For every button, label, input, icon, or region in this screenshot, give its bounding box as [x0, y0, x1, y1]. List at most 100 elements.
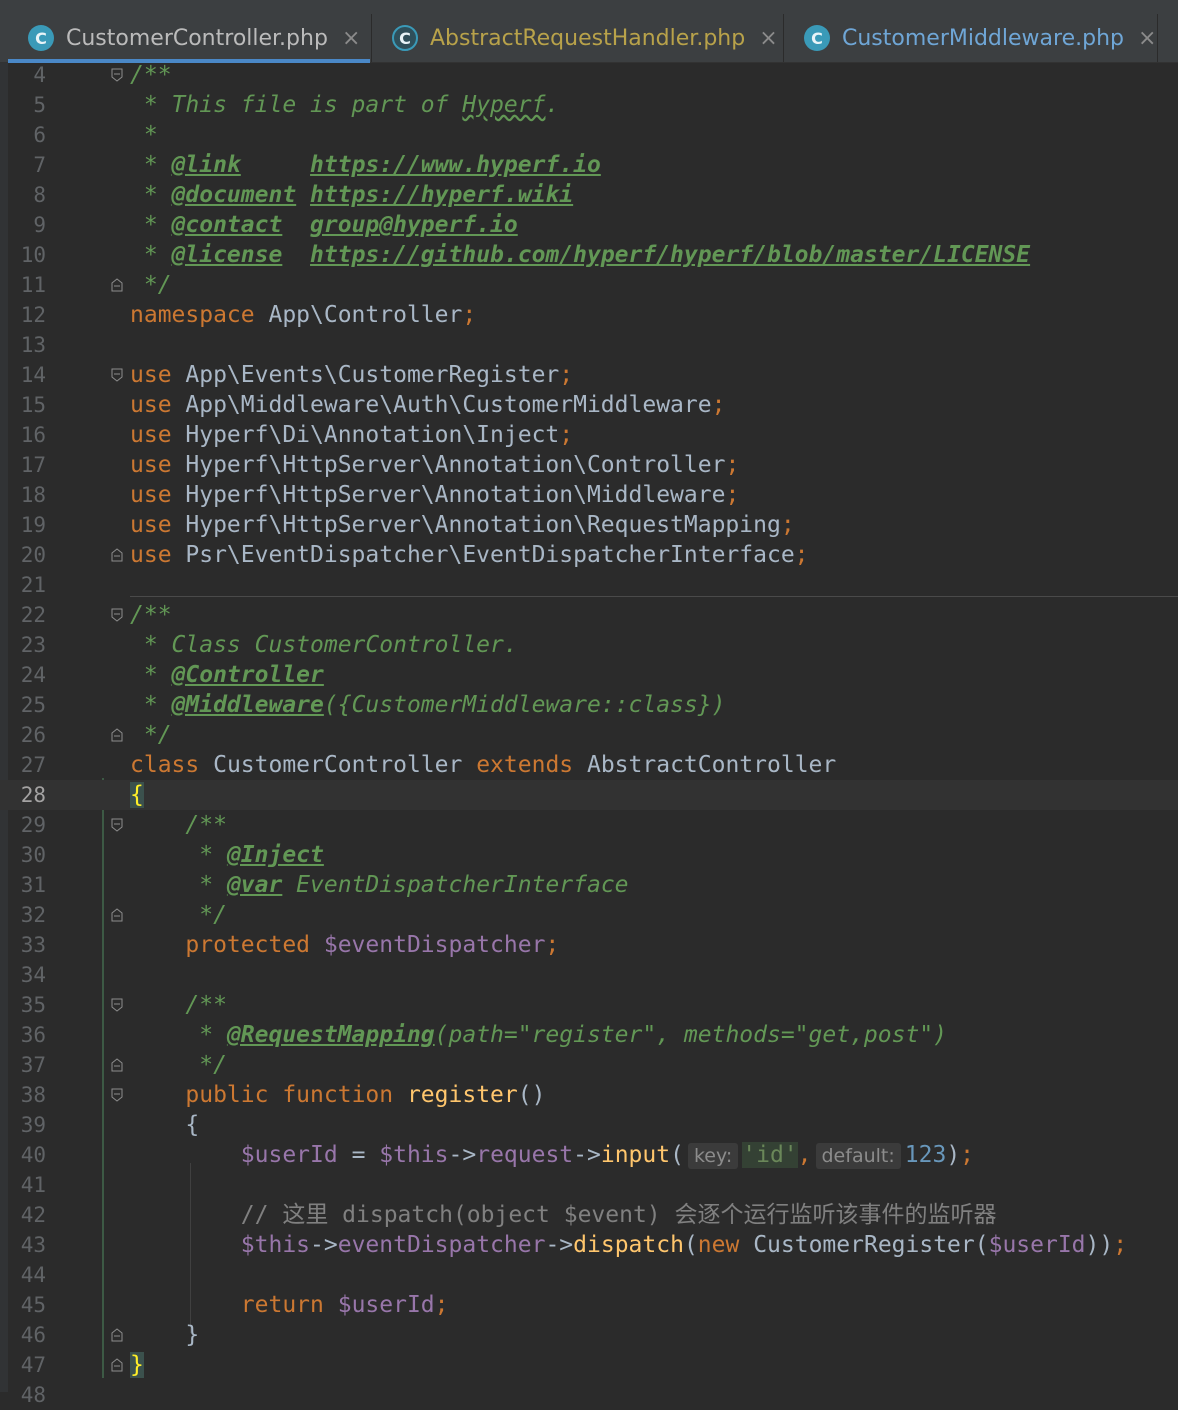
line-number: 39 [20, 1113, 46, 1137]
fold-open-icon[interactable] [111, 68, 123, 82]
doc-comment: */ [130, 1052, 227, 1078]
keyword: new [697, 1232, 740, 1258]
doc-link[interactable]: https://github.com/hyperf/hyperf/blob/ma… [310, 242, 1030, 268]
code-line: 22 /** [0, 600, 1178, 630]
line-number: 14 [20, 363, 46, 387]
code-line: 6 * [0, 120, 1178, 150]
line-number: 9 [33, 213, 46, 237]
semicolon: ; [559, 422, 574, 448]
close-icon[interactable]: × [342, 26, 360, 51]
fold-open-icon[interactable] [111, 998, 123, 1012]
line-number: 43 [20, 1233, 46, 1257]
code-line: 18 use Hyperf\HttpServer\Annotation\Midd… [0, 480, 1178, 510]
fold-open-icon[interactable] [111, 368, 123, 382]
doc-star: * [130, 212, 172, 238]
code-line: 32 */ [0, 900, 1178, 930]
tab-customer-controller[interactable]: C CustomerController.php × [8, 14, 370, 63]
line-number: 4 [33, 63, 46, 87]
doc-space [282, 212, 310, 238]
tab-abstract-request-handler[interactable]: C AbstractRequestHandler.php × [372, 14, 782, 62]
line-number: 31 [20, 873, 46, 897]
brace: } [130, 1322, 200, 1348]
variable: $userId [988, 1232, 1086, 1258]
code-line: 13 [0, 330, 1178, 360]
code-line: 39 { [0, 1110, 1178, 1140]
code-line: 24 * @Controller [0, 660, 1178, 690]
doc-star: * [130, 872, 227, 898]
arrow: -> [310, 1232, 338, 1258]
import-path: Psr\EventDispatcher\EventDispatcherInter… [171, 542, 795, 568]
doc-link[interactable]: group@hyperf.io [310, 212, 518, 238]
line-number: 36 [20, 1023, 46, 1047]
semicolon: ; [725, 452, 740, 478]
code-editor[interactable]: 4 /** 5 * This file is part of Hyperf. 6… [0, 62, 1178, 1407]
line-number: 28 [20, 783, 46, 807]
line-number: 46 [20, 1323, 46, 1347]
close-icon[interactable]: × [759, 26, 777, 51]
code-line: 40 $userId = $this->request->input(key: '… [0, 1140, 1178, 1170]
keyword: protected [185, 932, 311, 958]
doc-comment: /** [130, 62, 172, 88]
code-line: 41 [0, 1170, 1178, 1200]
code-line: 34 [0, 960, 1178, 990]
tab-separator [1157, 14, 1158, 62]
doc-star: * [130, 692, 172, 718]
fold-close-icon[interactable] [111, 728, 123, 742]
line-number: 19 [20, 513, 46, 537]
import-path: Hyperf\HttpServer\Annotation\Middleware [171, 482, 726, 508]
fold-close-icon[interactable] [111, 1358, 123, 1372]
fold-close-icon[interactable] [111, 548, 123, 562]
line-number: 27 [20, 753, 46, 777]
fold-close-icon[interactable] [111, 278, 123, 292]
function-name: register [393, 1082, 518, 1108]
code-line: 46 } [0, 1320, 1178, 1350]
method-name: input [600, 1142, 671, 1168]
doc-star: * [130, 152, 172, 178]
keyword: namespace [130, 302, 255, 328]
import-path: App\Middleware\Auth\CustomerMiddleware [171, 392, 712, 418]
code-line: 44 [0, 1260, 1178, 1290]
code-line: 19 use Hyperf\HttpServer\Annotation\Requ… [0, 510, 1178, 540]
editor-tab-bar: C CustomerController.php × C AbstractReq… [0, 0, 1178, 63]
fold-open-icon[interactable] [111, 818, 123, 832]
doc-tag: @Controller [171, 662, 324, 688]
line-number: 41 [20, 1173, 46, 1197]
fold-close-icon[interactable] [111, 1058, 123, 1072]
fold-open-icon[interactable] [111, 1088, 123, 1102]
line-number: 40 [20, 1143, 46, 1167]
line-number: 10 [20, 243, 46, 267]
fold-close-icon[interactable] [111, 1328, 123, 1342]
doc-link[interactable]: https://hyperf.wiki [310, 182, 573, 208]
code-line: 5 * This file is part of Hyperf. [0, 90, 1178, 120]
fold-open-icon[interactable] [111, 608, 123, 622]
tab-customer-middleware[interactable]: C CustomerMiddleware.php × [784, 14, 1156, 62]
code-line: 27 class CustomerController extends Abst… [0, 750, 1178, 780]
close-icon[interactable]: × [1138, 26, 1156, 51]
matched-brace: } [130, 1352, 144, 1378]
keyword: use [130, 482, 172, 508]
fold-close-icon[interactable] [111, 908, 123, 922]
namespace-name: App\Controller [254, 302, 463, 328]
semicolon: ; [725, 482, 740, 508]
paren: ( [670, 1142, 684, 1168]
doc-comment-word: Hyperf [462, 92, 546, 118]
doc-comment: * Class CustomerController. [130, 632, 518, 658]
doc-space [241, 152, 310, 178]
doc-tag: @document [171, 182, 297, 208]
doc-tag: @Inject [226, 842, 324, 868]
brace: { [130, 1112, 200, 1138]
line-number: 37 [20, 1053, 46, 1077]
code-line: 11 */ [0, 270, 1178, 300]
doc-comment: */ [130, 902, 227, 928]
line-number: 20 [20, 543, 46, 567]
line-number: 15 [20, 393, 46, 417]
code-line: 21 [0, 570, 1178, 600]
code-line: 25 * @Middleware({CustomerMiddleware::cl… [0, 690, 1178, 720]
import-path: Hyperf\HttpServer\Annotation\Controller [171, 452, 726, 478]
doc-comment: ({CustomerMiddleware::class}) [323, 692, 726, 718]
code-line: 9 * @contact group@hyperf.io [0, 210, 1178, 240]
doc-link[interactable]: https://www.hyperf.io [310, 152, 601, 178]
doc-tag: @RequestMapping [226, 1022, 435, 1048]
